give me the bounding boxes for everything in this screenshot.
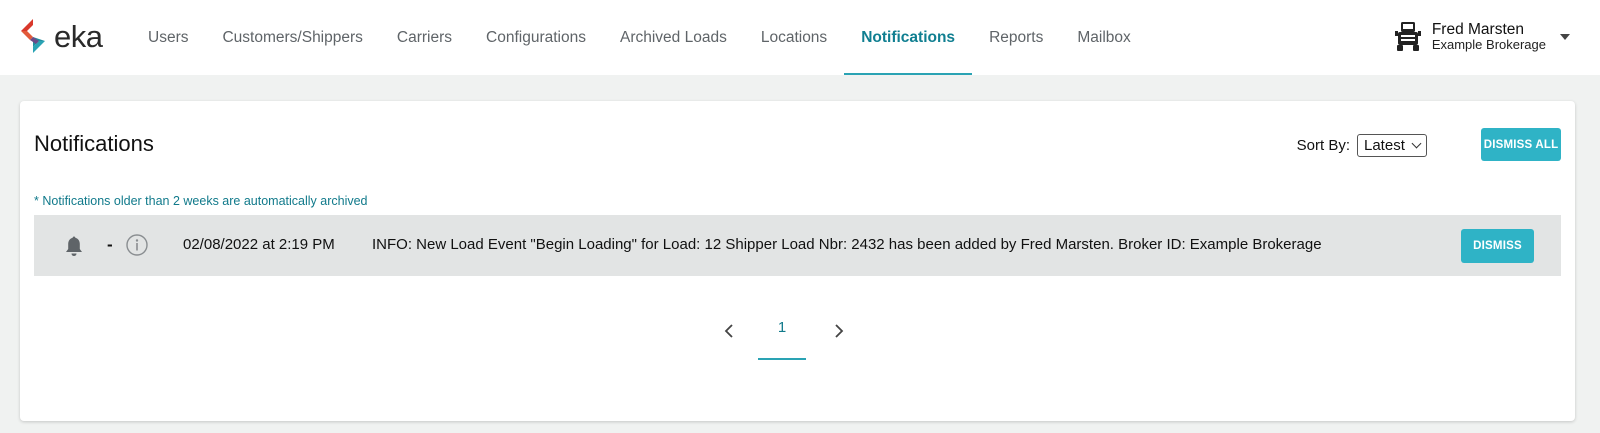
chevron-left-icon[interactable] <box>722 323 738 339</box>
nav-item-configurations[interactable]: Configurations <box>469 0 603 75</box>
nav-item-locations[interactable]: Locations <box>744 0 844 75</box>
nav-item-users[interactable]: Users <box>131 0 205 75</box>
logo-mark-icon <box>21 19 45 53</box>
nav-item-notifications[interactable]: Notifications <box>844 0 972 75</box>
page-number-current[interactable]: 1 <box>758 311 806 360</box>
eka-logo[interactable]: eka <box>18 16 118 56</box>
top-navbar: eka Users Customers/Shippers Carriers Co… <box>0 0 1600 75</box>
nav-item-mailbox[interactable]: Mailbox <box>1060 0 1147 75</box>
info-icon <box>126 234 148 256</box>
pagination: 1 <box>710 311 860 361</box>
truck-icon <box>1394 22 1421 51</box>
brand-name: eka <box>54 18 103 54</box>
sort-select[interactable]: Latest <box>1357 134 1427 157</box>
user-organization: Example Brokerage <box>1431 37 1546 53</box>
chevron-down-icon <box>1411 138 1422 149</box>
user-name: Fred Marsten <box>1431 20 1524 38</box>
notification-date: 02/08/2022 at 2:19 PM <box>183 236 335 253</box>
main-nav: Users Customers/Shippers Carriers Config… <box>131 0 1148 75</box>
nav-item-archived-loads[interactable]: Archived Loads <box>603 0 744 75</box>
nav-item-carriers[interactable]: Carriers <box>380 0 469 75</box>
notification-row: - 02/08/2022 at 2:19 PM INFO: New Load E… <box>34 215 1561 276</box>
row-separator: - <box>107 235 113 254</box>
sort-label: Sort By: <box>1296 137 1350 154</box>
nav-item-customers-shippers[interactable]: Customers/Shippers <box>205 0 379 75</box>
chevron-down-icon[interactable] <box>1560 34 1570 40</box>
user-info: Fred Marsten Example Brokerage <box>1432 21 1546 54</box>
notification-message: INFO: New Load Event "Begin Loading" for… <box>372 236 1322 253</box>
notifications-panel: Notifications Sort By: Latest DISMISS AL… <box>20 101 1575 421</box>
chevron-right-icon[interactable] <box>830 323 846 339</box>
page-title: Notifications <box>34 131 154 156</box>
sort-control: Sort By: Latest <box>1297 134 1427 157</box>
sort-select-value: Latest <box>1364 137 1405 154</box>
dismiss-all-button[interactable]: DISMISS ALL <box>1481 128 1561 161</box>
archive-note: * Notifications older than 2 weeks are a… <box>34 194 368 208</box>
user-menu[interactable]: Fred Marsten Example Brokerage <box>1394 17 1570 57</box>
bell-icon <box>66 236 82 256</box>
nav-item-reports[interactable]: Reports <box>972 0 1060 75</box>
dismiss-button[interactable]: DISMISS <box>1461 229 1534 263</box>
